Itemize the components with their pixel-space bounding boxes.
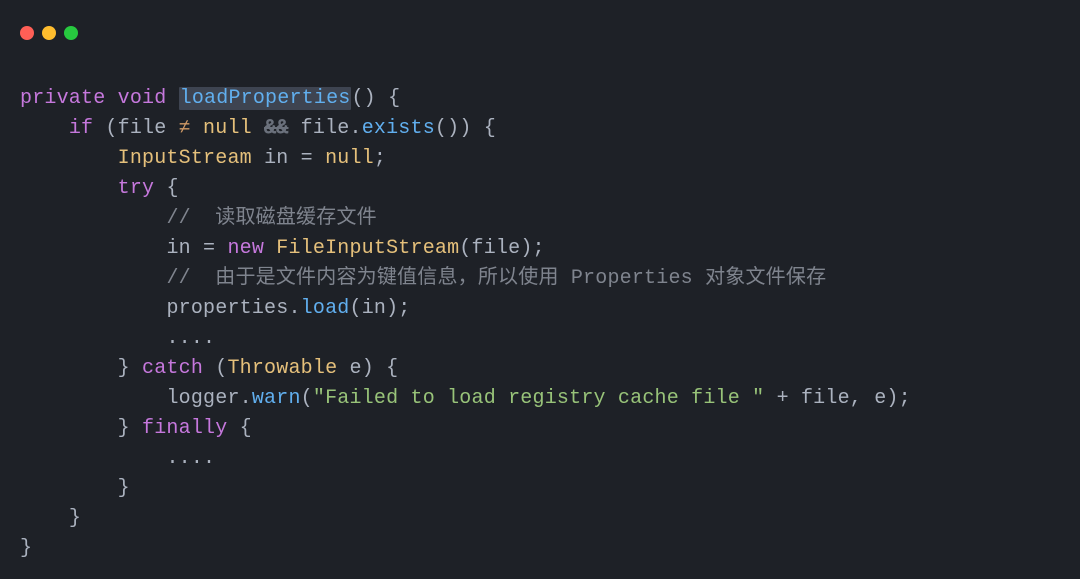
comment-line: // 由于是文件内容为键值信息，所以使用 Properties 对象文件保存 <box>166 267 826 290</box>
paren: ) <box>459 117 471 140</box>
comma: , <box>850 387 862 410</box>
op-eq: = <box>203 237 215 260</box>
paren: ) <box>362 357 374 380</box>
minimize-icon[interactable] <box>42 26 56 40</box>
var-file: file <box>472 237 521 260</box>
window-titlebar <box>0 0 1080 48</box>
keyword-private: private <box>20 87 105 110</box>
paren: ( <box>459 237 471 260</box>
type-fileinputstream: FileInputStream <box>276 237 459 260</box>
var-file: file <box>118 117 167 140</box>
close-icon[interactable] <box>20 26 34 40</box>
semi: ; <box>398 297 410 320</box>
paren: ( <box>105 117 117 140</box>
keyword-new: new <box>227 237 264 260</box>
paren: ( <box>351 87 363 110</box>
comment-line: // 读取磁盘缓存文件 <box>166 207 376 230</box>
var-in: in <box>166 237 190 260</box>
paren: ) <box>386 297 398 320</box>
var-e: e <box>874 387 886 410</box>
keyword-void: void <box>118 87 167 110</box>
method-load: load <box>301 297 350 320</box>
brace: } <box>20 537 32 560</box>
const-null: null <box>203 117 252 140</box>
paren: ( <box>215 357 227 380</box>
const-null: null <box>325 147 374 170</box>
var-in: in <box>362 297 386 320</box>
code-block[interactable]: private void loadProperties() { if (file… <box>0 48 1080 564</box>
keyword-try: try <box>118 177 155 200</box>
var-logger: logger <box>166 387 239 410</box>
ellipsis: .... <box>166 447 215 470</box>
brace: } <box>69 507 81 530</box>
brace: { <box>240 417 252 440</box>
paren: ) <box>886 387 898 410</box>
dot: . <box>349 117 361 140</box>
brace: { <box>166 177 178 200</box>
method-warn: warn <box>252 387 301 410</box>
var-file: file <box>801 387 850 410</box>
brace: { <box>484 117 496 140</box>
dot: . <box>240 387 252 410</box>
op-plus: + <box>777 387 789 410</box>
paren: ( <box>301 387 313 410</box>
keyword-if: if <box>69 117 93 140</box>
function-name-selected: loadProperties <box>179 87 352 110</box>
zoom-icon[interactable] <box>64 26 78 40</box>
type-throwable: Throwable <box>227 357 337 380</box>
op-eq: = <box>301 147 313 170</box>
method-exists: exists <box>362 117 435 140</box>
editor-window: private void loadProperties() { if (file… <box>0 0 1080 579</box>
var-in: in <box>264 147 288 170</box>
semi: ; <box>374 147 386 170</box>
ellipsis: .... <box>166 327 215 350</box>
string-literal: "Failed to load registry cache file " <box>313 387 764 410</box>
keyword-catch: catch <box>142 357 203 380</box>
op-and: && <box>264 117 288 140</box>
paren: ) <box>520 237 532 260</box>
dot: . <box>288 297 300 320</box>
var-e: e <box>349 357 361 380</box>
keyword-finally: finally <box>142 417 227 440</box>
type-inputstream: InputStream <box>118 147 252 170</box>
semi: ; <box>899 387 911 410</box>
semi: ; <box>533 237 545 260</box>
brace: { <box>386 357 398 380</box>
op-neq: ≠ <box>179 117 191 140</box>
paren: ( <box>435 117 447 140</box>
paren: ) <box>447 117 459 140</box>
var-properties: properties <box>166 297 288 320</box>
brace: } <box>118 417 130 440</box>
var-file: file <box>301 117 350 140</box>
brace: { <box>388 87 400 110</box>
brace: } <box>118 357 130 380</box>
paren: ( <box>349 297 361 320</box>
paren: ) <box>364 87 376 110</box>
brace: } <box>118 477 130 500</box>
